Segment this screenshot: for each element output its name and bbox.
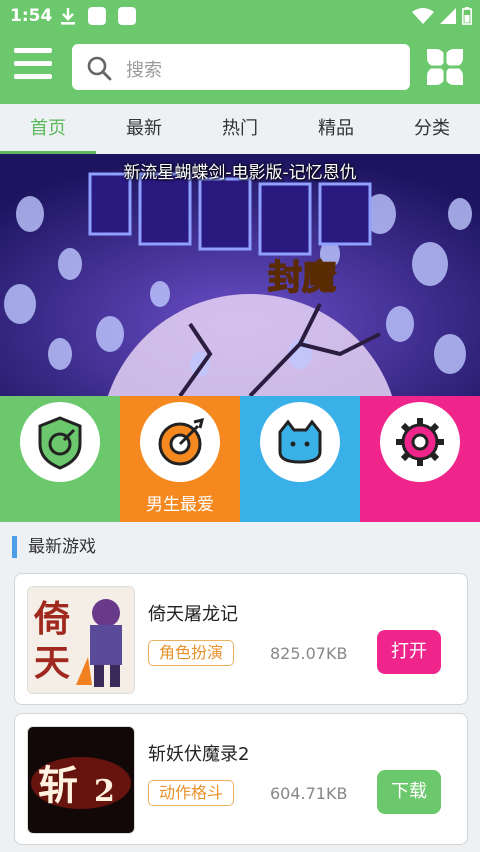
game-size: 604.71KB: [270, 784, 348, 803]
clover-icon[interactable]: [424, 46, 466, 88]
svg-text:2: 2: [94, 774, 115, 809]
game-card[interactable]: 倚 天 倚天屠龙记 角色扮演 825.07KB 打开: [14, 573, 468, 705]
banner-carousel[interactable]: 封魔 新流星蝴蝶剑-电影版-记忆恩仇: [0, 154, 480, 396]
svg-text:天: 天: [34, 642, 70, 684]
game-genre-tag: 动作格斗: [148, 780, 235, 806]
game-size: 825.07KB: [270, 644, 348, 663]
category-tile-cat[interactable]: [240, 396, 360, 522]
svg-text:封魔: 封魔: [268, 258, 336, 298]
search-placeholder: 搜索: [126, 60, 162, 81]
menu-icon: [14, 48, 52, 53]
menu-button[interactable]: [14, 48, 54, 86]
search-input[interactable]: 搜索: [72, 44, 410, 90]
tab-bar: 首页 最新 热门 精品 分类: [0, 104, 480, 154]
game-thumbnail: 倚 天: [27, 586, 135, 694]
status-bar: 1:54: [0, 0, 480, 32]
tab-latest[interactable]: 最新: [96, 104, 192, 154]
category-tile-gear[interactable]: [360, 396, 480, 522]
game-thumbnail: 斩 2: [27, 726, 135, 834]
download-icon: [61, 8, 75, 25]
svg-text:倚: 倚: [33, 598, 70, 640]
tab-categories[interactable]: 分类: [384, 104, 480, 154]
banner-title: 新流星蝴蝶剑-电影版-记忆恩仇: [123, 163, 357, 183]
signal-icon: [440, 8, 456, 24]
section-accent-bar: [12, 536, 17, 558]
cat-icon: [278, 419, 322, 464]
banner-image: 封魔: [0, 154, 480, 396]
notification-icon: [88, 7, 106, 25]
category-label: 男生最爱: [146, 495, 214, 515]
wifi-icon: [412, 8, 434, 24]
target-icon: [158, 417, 205, 466]
search-icon: [87, 56, 112, 81]
download-button[interactable]: 下载: [377, 770, 441, 814]
tab-home[interactable]: 首页: [0, 104, 96, 154]
game-card[interactable]: 斩 2 斩妖伏魔录2 动作格斗 604.71KB 下载: [14, 713, 468, 845]
category-row: 男生最爱: [0, 396, 480, 522]
category-tile-boys-favorite[interactable]: 男生最爱: [120, 396, 240, 522]
category-tile-shield[interactable]: [0, 396, 120, 522]
tab-hot[interactable]: 热门: [192, 104, 288, 154]
game-name: 倚天屠龙记: [148, 604, 238, 625]
section-title: 最新游戏: [28, 537, 96, 557]
tab-featured[interactable]: 精品: [288, 104, 384, 154]
battery-icon: [462, 7, 472, 25]
app-header: 搜索: [0, 32, 480, 104]
svg-text:斩: 斩: [38, 762, 78, 809]
gear-icon: [396, 418, 444, 466]
open-button[interactable]: 打开: [377, 630, 441, 674]
game-genre-tag: 角色扮演: [148, 640, 235, 666]
notification-icon: [118, 7, 136, 25]
game-name: 斩妖伏魔录2: [148, 744, 250, 765]
shield-icon: [38, 416, 82, 470]
status-time: 1:54: [10, 6, 53, 26]
